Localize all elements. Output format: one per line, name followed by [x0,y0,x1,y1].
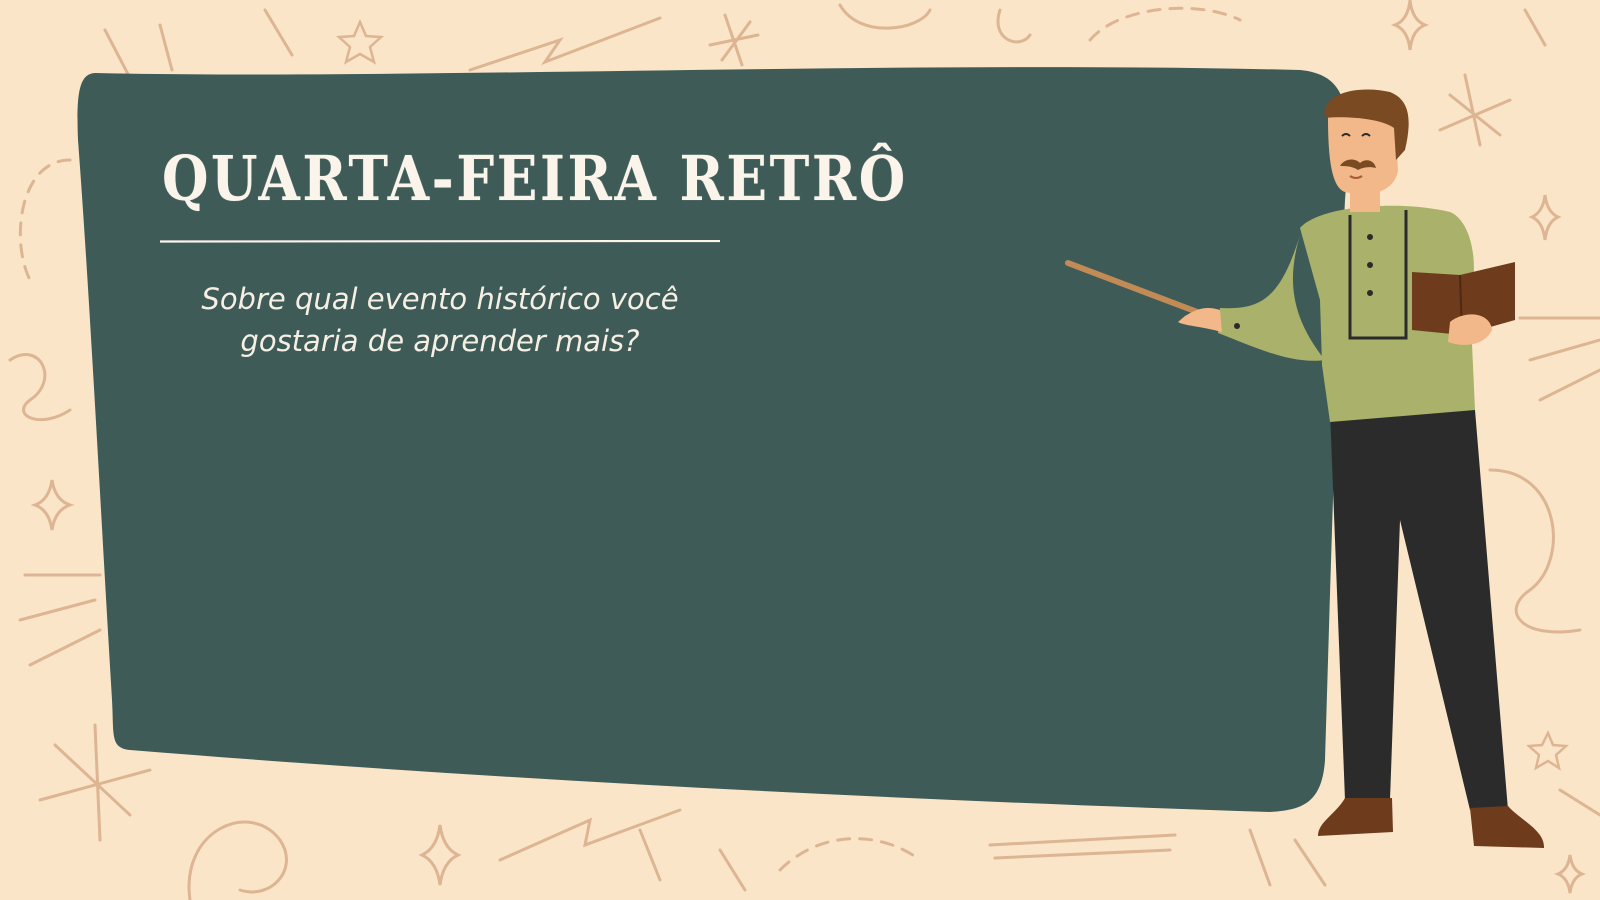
pointer-stick [1065,260,1203,316]
cuff-button [1234,323,1240,329]
holding-hand [1448,314,1492,345]
left-shoe [1318,798,1393,836]
pointing-hand [1178,307,1222,332]
right-shoe [1470,806,1545,848]
teacher-illustration [1065,89,1545,848]
trousers [1330,410,1508,810]
shirt-button [1367,262,1373,268]
shirt-button [1367,234,1373,240]
shirt-button [1367,290,1373,296]
slide-canvas: QUARTA-FEIRA RETRÔ Sobre qual evento his… [0,0,1600,900]
